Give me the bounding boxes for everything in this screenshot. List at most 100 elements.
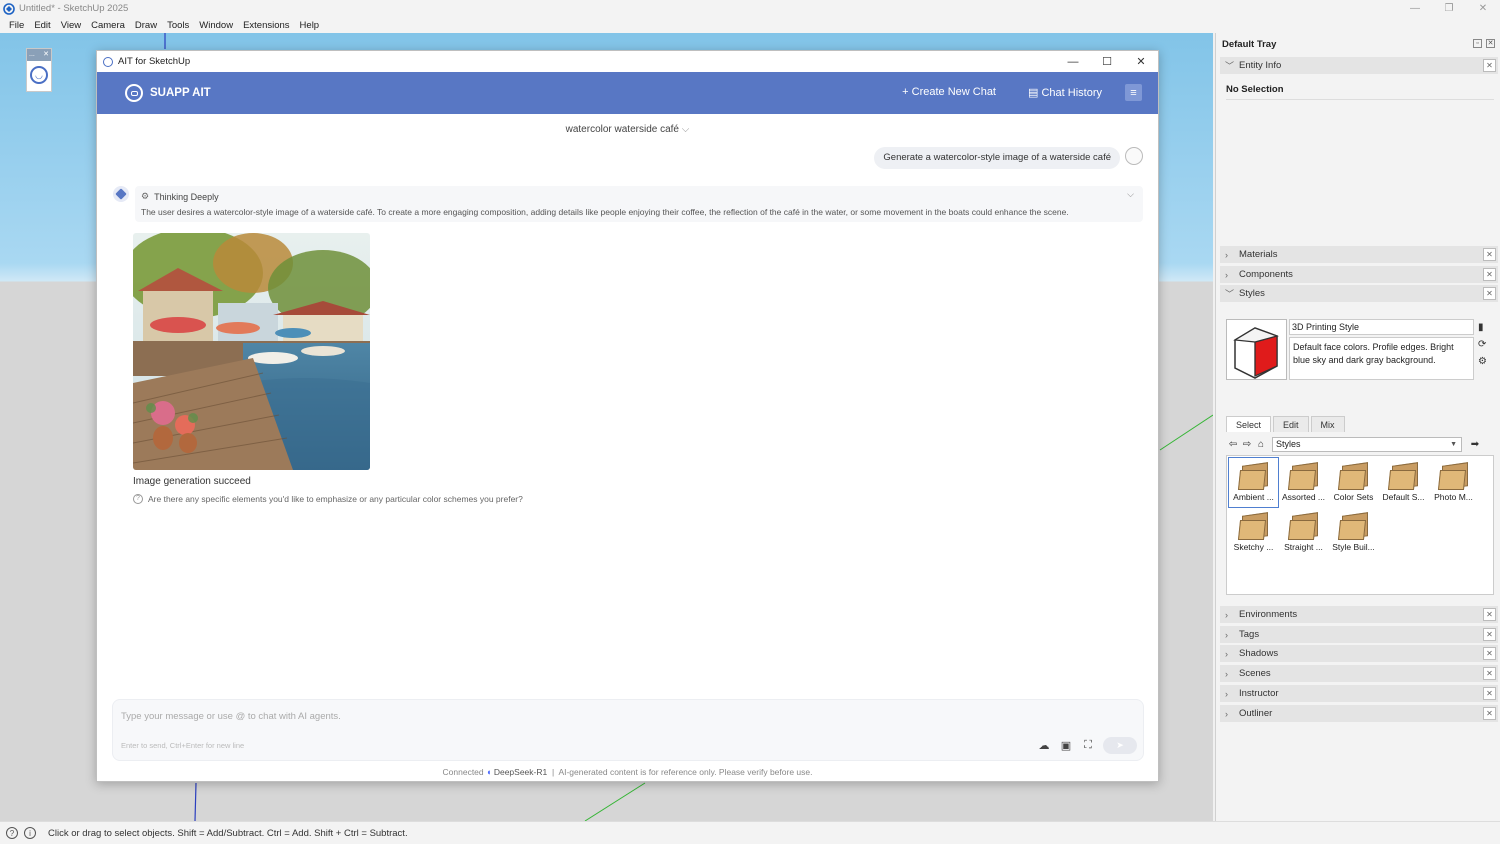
panel-scenes[interactable]: › Scenes ✕ [1220, 665, 1498, 682]
chat-history-button[interactable]: ▤ Chat History [1028, 86, 1102, 99]
tray-close-icon[interactable]: ✕ [1486, 39, 1495, 48]
thinking-panel[interactable]: ⚙ Thinking Deeply ⌵ The user desires a w… [135, 186, 1143, 222]
upload-cloud-icon[interactable]: ☁ [1037, 738, 1051, 752]
connection-status: Connected [442, 767, 484, 777]
menu-draw[interactable]: Draw [130, 20, 162, 31]
tray-pin-icon[interactable]: ▫ [1473, 39, 1482, 48]
default-tray: Default Tray ▫ ✕ ﹀ Entity Info ✕ No Selec… [1215, 33, 1500, 821]
back-arrow-icon[interactable]: ⇦ [1226, 439, 1240, 450]
menu-window[interactable]: Window [194, 20, 238, 31]
style-description-field[interactable]: Default face colors. Profile edges. Brig… [1289, 337, 1474, 380]
image-upload-icon[interactable]: ▣ [1059, 738, 1073, 752]
create-new-chat-button[interactable]: + Create New Chat [902, 86, 996, 98]
panel-close-icon[interactable]: ✕ [1483, 687, 1496, 700]
forward-arrow-icon[interactable]: ⇨ [1240, 439, 1254, 450]
panel-close-icon[interactable]: ✕ [1483, 268, 1496, 281]
ait-launch-icon[interactable]: ◡ [30, 66, 48, 84]
ait-toolbar: ... ✕ ◡ [26, 48, 52, 92]
dialog-minimize-button[interactable]: — [1056, 51, 1090, 72]
menu-file[interactable]: File [4, 20, 29, 31]
style-settings-icon[interactable]: ⚙ [1478, 356, 1487, 367]
create-style-icon[interactable]: ▮ [1478, 322, 1484, 333]
menu-edit[interactable]: Edit [29, 20, 55, 31]
panel-close-icon[interactable]: ✕ [1483, 287, 1496, 300]
menu-camera[interactable]: Camera [86, 20, 130, 31]
followup-suggestion[interactable]: ? Are there any specific elements you'd … [133, 494, 523, 504]
menu-help[interactable]: Help [295, 20, 325, 31]
close-button[interactable]: ✕ [1466, 0, 1500, 17]
tab-edit[interactable]: Edit [1273, 416, 1309, 432]
app-titlebar: Untitled* - SketchUp 2025 — ❐ ✕ [0, 0, 1500, 17]
panel-tags[interactable]: › Tags ✕ [1220, 626, 1498, 643]
menu-view[interactable]: View [56, 20, 86, 31]
send-button[interactable]: ➤ [1103, 737, 1137, 754]
panel-instructor[interactable]: › Instructor ✕ [1220, 685, 1498, 702]
panel-close-icon[interactable]: ✕ [1483, 667, 1496, 680]
update-style-icon[interactable]: ⟳ [1478, 339, 1486, 350]
style-folder[interactable]: Default S... [1379, 458, 1428, 507]
ait-logo-icon [103, 56, 113, 67]
style-library-grid: Ambient ... Assorted ... Color Sets Defa… [1226, 455, 1494, 595]
info-icon[interactable]: i [24, 827, 36, 839]
question-icon: ? [133, 494, 143, 504]
gear-icon: ⚙ [141, 191, 150, 201]
panel-entity-info[interactable]: ﹀ Entity Info ✕ [1220, 57, 1498, 74]
style-folder[interactable]: Ambient ... [1228, 457, 1279, 508]
geolocation-icon[interactable]: ? [6, 827, 18, 839]
folder-icon [1237, 462, 1269, 490]
panel-environments[interactable]: › Environments ✕ [1220, 606, 1498, 623]
tab-select[interactable]: Select [1226, 416, 1272, 432]
panel-close-icon[interactable]: ✕ [1483, 608, 1496, 621]
details-arrow-icon[interactable]: ➡ [1468, 439, 1482, 450]
folder-icon [1387, 462, 1419, 490]
style-folder[interactable]: Straight ... [1279, 508, 1328, 557]
folder-icon [1287, 462, 1319, 490]
chevron-down-icon: ▼ [1450, 440, 1457, 448]
style-folder[interactable]: Sketchy ... [1229, 508, 1278, 557]
chevron-right-icon: › [1225, 609, 1228, 620]
panel-shadows[interactable]: › Shadows ✕ [1220, 645, 1498, 662]
divider [1226, 99, 1494, 100]
style-folder[interactable]: Color Sets [1329, 458, 1378, 507]
home-icon[interactable]: ⌂ [1254, 439, 1268, 450]
chevron-down-icon[interactable]: ⌵ [1127, 189, 1134, 200]
panel-close-icon[interactable]: ✕ [1483, 628, 1496, 641]
restore-button[interactable]: ❐ [1432, 0, 1466, 17]
dialog-close-button[interactable]: ✕ [1124, 51, 1158, 72]
style-folder[interactable]: Style Buil... [1329, 508, 1378, 557]
menu-extensions[interactable]: Extensions [238, 20, 294, 31]
status-bar: ? i Click or drag to select objects. Shi… [0, 821, 1500, 844]
panel-materials[interactable]: › Materials ✕ [1220, 246, 1498, 263]
style-library-select[interactable]: Styles ▼ [1272, 436, 1462, 452]
panel-close-icon[interactable]: ✕ [1483, 647, 1496, 660]
model-name[interactable]: DeepSeek-R1 [494, 767, 547, 777]
ait-toolbar-header[interactable]: ... ✕ [27, 49, 51, 61]
brand-name: SUAPP AIT [150, 87, 211, 99]
style-name-field[interactable]: 3D Printing Style [1289, 319, 1474, 335]
screenshot-icon[interactable]: ⛶ [1081, 738, 1095, 752]
style-folder[interactable]: Assorted ... [1279, 458, 1328, 507]
dialog-window-controls: — ☐ ✕ [1056, 51, 1158, 72]
chat-title-dropdown[interactable]: watercolor waterside café ⌵ [97, 124, 1158, 135]
panel-styles[interactable]: ﹀ Styles ✕ [1220, 285, 1498, 302]
generated-image[interactable] [133, 233, 370, 470]
folder-icon [1437, 462, 1469, 490]
style-folder[interactable]: Photo M... [1429, 458, 1478, 507]
dialog-titlebar[interactable]: AIT for SketchUp — ☐ ✕ [97, 51, 1158, 72]
panel-close-icon[interactable]: ✕ [1483, 248, 1496, 261]
folder-icon [1337, 462, 1369, 490]
ait-toolbar-close[interactable]: ✕ [43, 49, 49, 60]
panel-components[interactable]: › Components ✕ [1220, 266, 1498, 283]
folder-icon [1237, 512, 1269, 540]
menu-tools[interactable]: Tools [162, 20, 194, 31]
panel-close-icon[interactable]: ✕ [1483, 707, 1496, 720]
panel-close-icon[interactable]: ✕ [1483, 59, 1496, 72]
chevron-right-icon: › [1225, 269, 1228, 280]
minimize-button[interactable]: — [1398, 0, 1432, 17]
dialog-maximize-button[interactable]: ☐ [1090, 51, 1124, 72]
hamburger-menu-icon[interactable]: ≡ [1125, 84, 1142, 101]
chevron-down-icon: ﹀ [1225, 289, 1235, 299]
tab-mix[interactable]: Mix [1310, 416, 1345, 432]
panel-outliner[interactable]: › Outliner ✕ [1220, 705, 1498, 722]
chat-input[interactable] [121, 708, 1021, 724]
